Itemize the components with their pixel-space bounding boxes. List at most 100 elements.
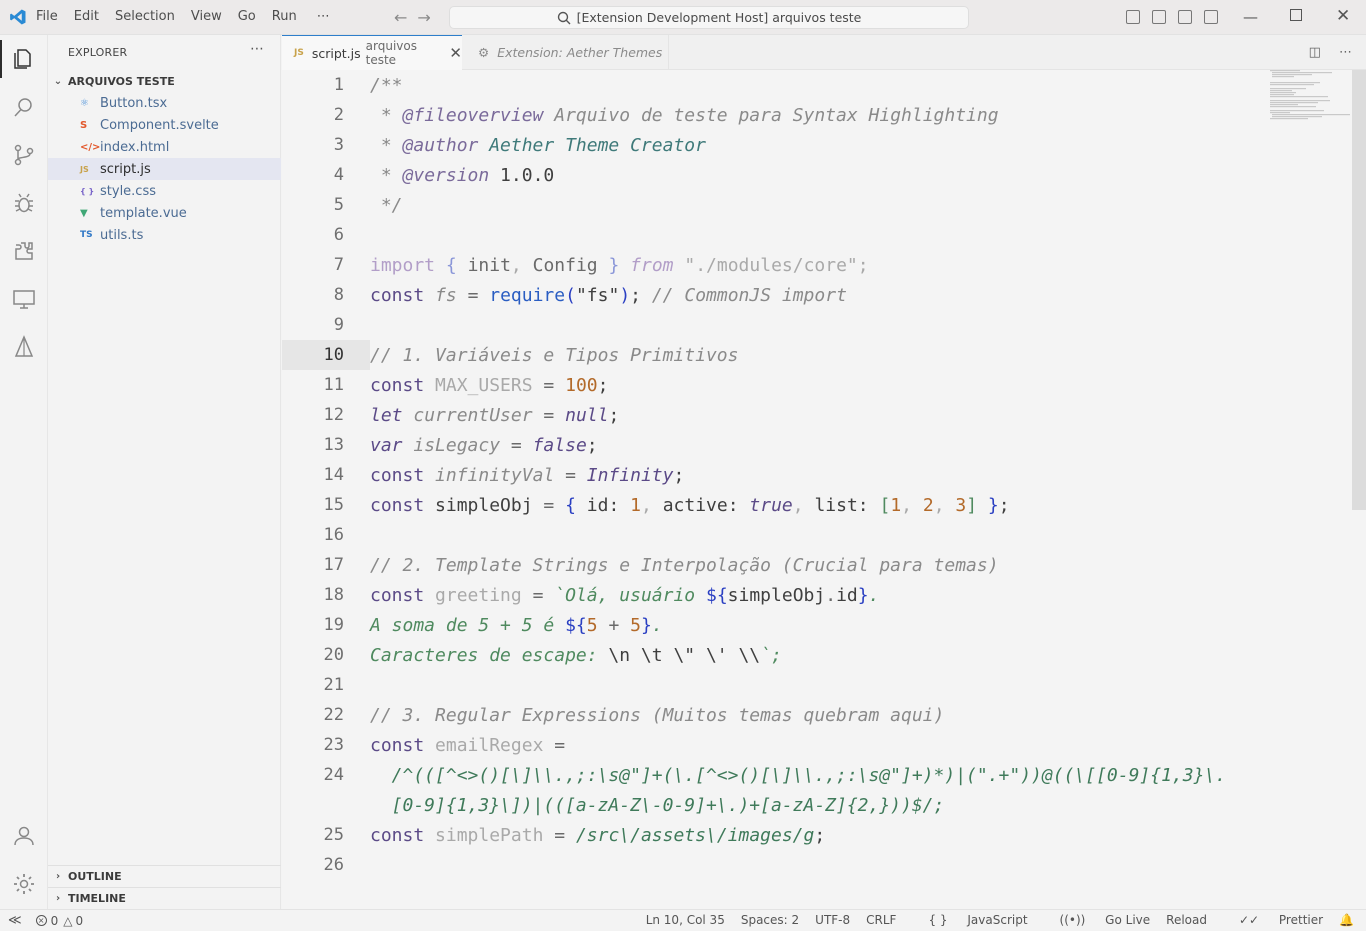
menu-view[interactable]: View — [191, 9, 222, 24]
file-name: utils.ts — [100, 227, 144, 243]
more-actions-icon[interactable]: ⋯ — [1339, 45, 1352, 60]
encoding[interactable]: UTF-8 — [815, 913, 850, 927]
line-content: const simpleObj = { id: 1, active: true,… — [370, 494, 1010, 516]
go-live-button[interactable]: ((•)) Go Live — [1044, 913, 1151, 927]
tab-script-js[interactable]: JS script.js arquivos teste ✕ — [282, 35, 462, 70]
source-control-icon[interactable] — [12, 143, 36, 167]
line-ending[interactable]: CRLF — [866, 913, 896, 927]
folder-name: ARQUIVOS TESTE — [68, 74, 175, 88]
menu-more[interactable]: ⋯ — [317, 9, 330, 24]
current-code-line: 10// 1. Variáveis e Tipos Primitivos — [282, 340, 1366, 370]
indentation[interactable]: Spaces: 2 — [741, 913, 799, 927]
customize-layout-icon[interactable] — [1126, 10, 1140, 24]
prettier-button[interactable]: ✓✓ Prettier — [1223, 913, 1323, 927]
status-left: ≪ × 0 △ 0 — [8, 913, 83, 928]
line-content: /** — [370, 74, 403, 96]
go-live-label: Go Live — [1105, 913, 1151, 927]
extension-gear-icon: ⚙ — [478, 45, 490, 60]
menu-file[interactable]: File — [36, 9, 58, 24]
outline-header[interactable]: › OUTLINE — [48, 865, 281, 887]
explorer-title: EXPLORER — [68, 46, 128, 59]
minimize-icon[interactable]: — — [1243, 8, 1258, 26]
file-item-component-svelte[interactable]: S Component.svelte — [48, 114, 281, 136]
line-content: const emailRegex = — [370, 734, 566, 756]
code-line: 11 const MAX_USERS = 100; — [282, 370, 1366, 400]
line-content: * @version 1.0.0 — [370, 164, 555, 186]
file-name: Button.tsx — [100, 95, 168, 111]
notifications-bell-icon[interactable]: 🔔 — [1339, 913, 1354, 927]
toggle-panel-icon[interactable] — [1178, 10, 1192, 24]
language-mode[interactable]: { } JavaScript — [912, 913, 1027, 927]
line-number: 6 — [333, 225, 344, 245]
menu-edit[interactable]: Edit — [74, 9, 99, 24]
vue-icon: ▼ — [80, 207, 88, 219]
line-number: 5 — [333, 195, 344, 215]
timeline-header[interactable]: › TIMELINE — [48, 887, 281, 909]
vertical-scrollbar[interactable] — [1352, 70, 1366, 510]
editor-actions: ◫ ⋯ — [1309, 45, 1352, 60]
forward-arrow-icon[interactable]: → — [417, 8, 440, 27]
file-item-script-js[interactable]: JS script.js — [48, 158, 281, 180]
line-content: // 1. Variáveis e Tipos Primitivos — [370, 344, 739, 366]
menu-run[interactable]: Run — [272, 9, 297, 24]
code-line: 5 */ — [282, 190, 1366, 220]
line-number: 15 — [323, 495, 344, 515]
line-content: /^(([^<>()[\]\\.,;:\s@"]+(\.[^<>()[\]\\.… — [370, 764, 1227, 786]
run-debug-icon[interactable] — [12, 191, 36, 215]
menu-selection[interactable]: Selection — [115, 9, 175, 24]
menu-go[interactable]: Go — [238, 9, 256, 24]
code-line: 7 import { init, Config } from "./modules… — [282, 250, 1366, 280]
reload-button[interactable]: Reload — [1166, 913, 1207, 927]
toggle-primary-sidebar-icon[interactable] — [1152, 10, 1166, 24]
line-content: const greeting = `Olá, usuário ${simpleO… — [370, 584, 880, 606]
file-item-utils-ts[interactable]: TS utils.ts — [48, 224, 281, 246]
code-line: 1 /** — [282, 70, 1366, 100]
line-content: let currentUser = null; — [370, 404, 620, 426]
code-editor[interactable]: 1 /** 2 * @fileoverview Arquivo de teste … — [282, 70, 1366, 909]
search-icon[interactable] — [12, 95, 36, 119]
explorer-icon[interactable] — [12, 47, 36, 71]
status-right: Ln 10, Col 35 Spaces: 2 UTF-8 CRLF { } J… — [630, 913, 1354, 927]
warning-count[interactable]: 0 — [75, 914, 83, 928]
braces-icon: { } — [928, 913, 948, 927]
line-number: 4 — [333, 165, 344, 185]
explorer-more-actions[interactable]: ⋯ — [250, 41, 264, 57]
minimap[interactable] — [1270, 70, 1352, 130]
code-line: 26 — [282, 850, 1366, 880]
testing-icon[interactable] — [12, 335, 36, 359]
line-content: A soma de 5 + 5 é ${5 + 5}. — [370, 614, 663, 636]
status-bar: ≪ × 0 △ 0 Ln 10, Col 35 Spaces: 2 UTF-8 … — [0, 909, 1366, 931]
file-item-template-vue[interactable]: ▼ template.vue — [48, 202, 281, 224]
line-content: const infinityVal = Infinity; — [370, 464, 685, 486]
warning-icon[interactable]: △ — [63, 914, 72, 928]
file-item-button-tsx[interactable]: ⚛ Button.tsx — [48, 92, 281, 114]
react-icon: ⚛ — [80, 97, 89, 109]
extensions-icon[interactable] — [12, 239, 36, 263]
search-icon — [557, 11, 571, 24]
accounts-icon[interactable] — [12, 824, 36, 848]
remote-indicator-icon[interactable]: ≪ — [8, 913, 22, 928]
back-arrow-icon[interactable]: ← — [394, 8, 417, 27]
svelte-icon: S — [80, 119, 88, 131]
file-item-index-html[interactable]: </> index.html — [48, 136, 281, 158]
line-content: import { init, Config } from "./modules/… — [370, 254, 869, 276]
error-count[interactable]: 0 — [51, 914, 59, 928]
error-icon[interactable]: × — [35, 915, 47, 926]
close-tab-icon[interactable]: ✕ — [449, 44, 462, 62]
file-item-style-css[interactable]: { } style.css — [48, 180, 281, 202]
file-name: style.css — [100, 183, 156, 199]
split-editor-icon[interactable]: ◫ — [1309, 45, 1321, 60]
maximize-icon[interactable] — [1290, 9, 1302, 21]
close-window-icon[interactable]: ✕ — [1336, 6, 1350, 26]
tab-extension-aether-themes[interactable]: ⚙ Extension: Aether Themes — [462, 35, 669, 70]
remote-explorer-icon[interactable] — [12, 287, 36, 311]
command-center-search[interactable]: [Extension Development Host] arquivos te… — [449, 6, 969, 29]
settings-gear-icon[interactable] — [12, 872, 36, 896]
line-content: // 3. Regular Expressions (Muitos temas … — [370, 704, 945, 726]
line-number: 11 — [323, 375, 344, 395]
file-name: script.js — [100, 161, 151, 177]
folder-header[interactable]: ⌄ ARQUIVOS TESTE — [48, 70, 281, 92]
cursor-position[interactable]: Ln 10, Col 35 — [646, 913, 725, 927]
prettier-label: Prettier — [1278, 913, 1324, 927]
toggle-secondary-sidebar-icon[interactable] — [1204, 10, 1218, 24]
